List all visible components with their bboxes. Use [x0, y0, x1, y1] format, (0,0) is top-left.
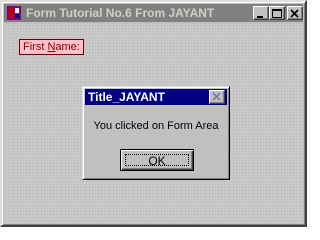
- minimize-icon: [257, 16, 263, 18]
- form-app-icon[interactable]: [7, 6, 21, 20]
- dialog-titlebar[interactable]: Title_JAYANT: [85, 89, 227, 105]
- close-icon: [290, 9, 299, 18]
- first-name-label-suffix: ame:: [55, 41, 80, 53]
- window-title: Form Tutorial No.6 From JAYANT: [26, 6, 215, 20]
- minimize-button[interactable]: [253, 6, 269, 20]
- window-titlebar[interactable]: Form Tutorial No.6 From JAYANT: [4, 4, 303, 22]
- first-name-label-prefix: First: [23, 41, 48, 53]
- first-name-label: First Name:: [19, 39, 84, 55]
- window-close-button[interactable]: [287, 6, 303, 20]
- message-dialog: Title_JAYANT You clicked on Form Area OK: [82, 86, 230, 180]
- ok-button-label: OK: [125, 154, 189, 167]
- ok-button[interactable]: OK: [120, 149, 194, 171]
- dialog-message: You clicked on Form Area: [93, 120, 219, 132]
- close-icon: [212, 92, 221, 101]
- maximize-icon: [272, 9, 282, 18]
- maximize-button[interactable]: [269, 6, 285, 20]
- dialog-title: Title_JAYANT: [88, 90, 165, 104]
- dialog-close-button[interactable]: [209, 90, 225, 104]
